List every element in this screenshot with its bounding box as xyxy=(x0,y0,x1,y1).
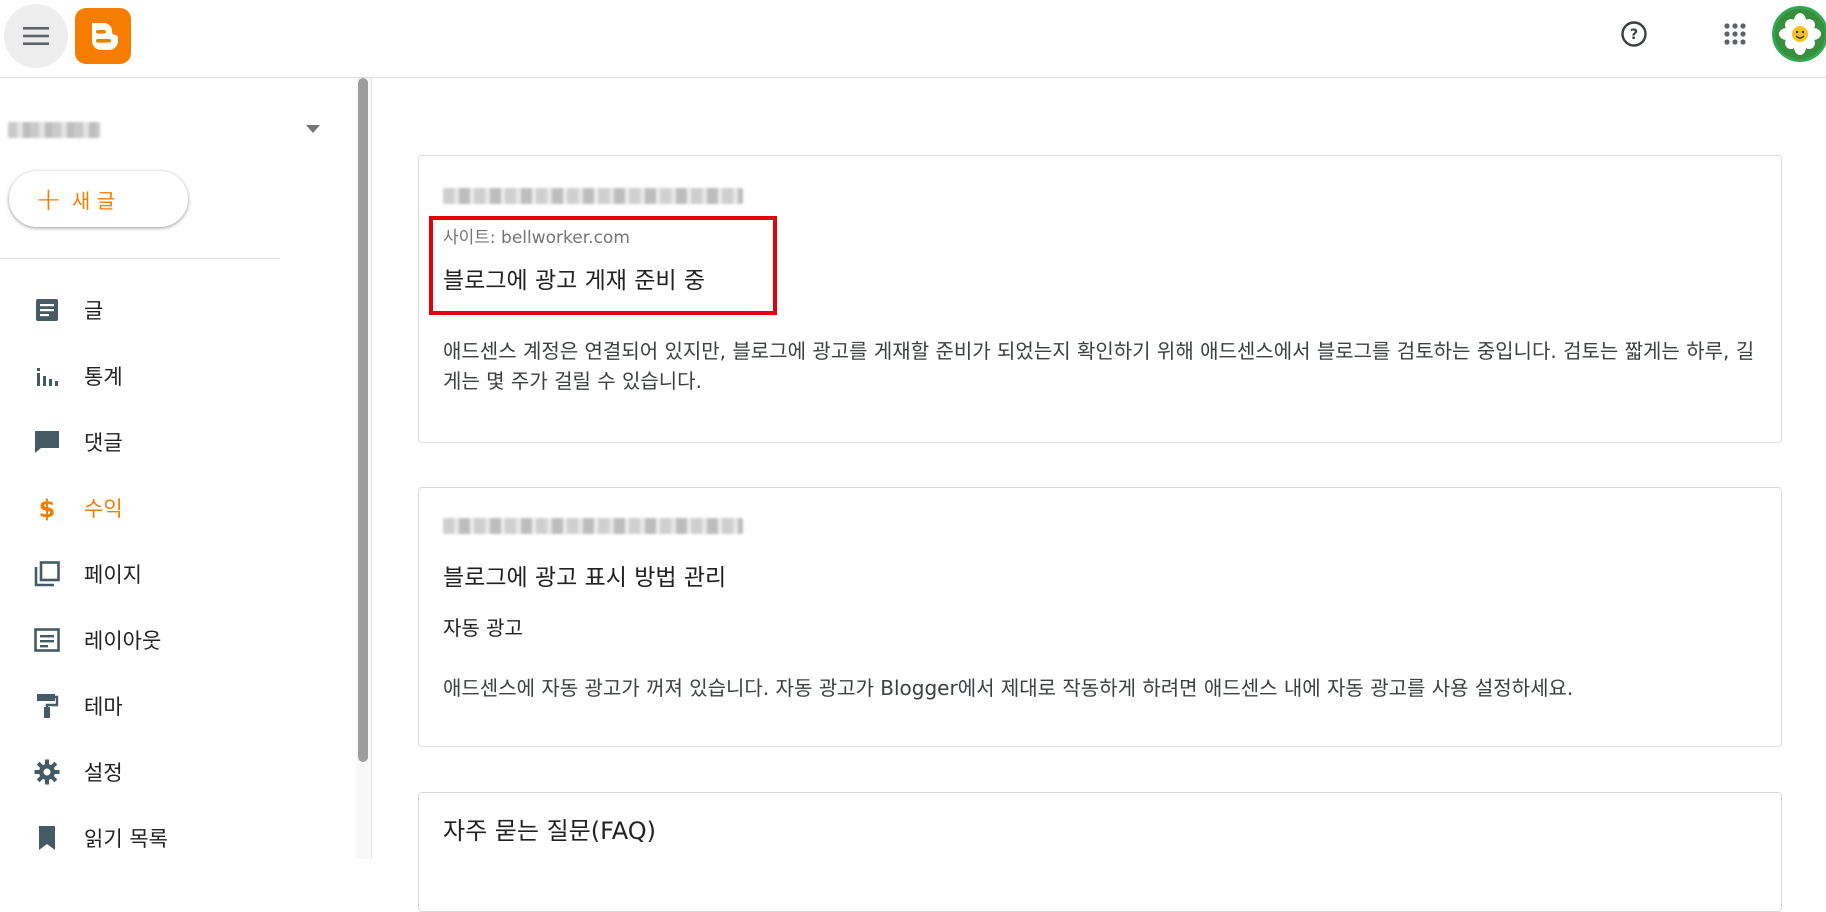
account-info-redacted xyxy=(443,188,743,204)
help-icon[interactable]: ? xyxy=(1610,10,1658,58)
sidebar-item-reading-list[interactable]: 읽기 목록 xyxy=(0,805,356,871)
sidebar-nav: 글 통계 댓글 $ 수익 페이지 레이아웃 테마 설정 읽기 목록 xyxy=(0,277,356,871)
sidebar-item-label: 레이아웃 xyxy=(84,629,162,653)
sidebar-item-layout[interactable]: 레이아웃 xyxy=(0,607,356,673)
svg-text:$: $ xyxy=(39,495,56,522)
stats-icon xyxy=(32,361,62,391)
dollar-icon: $ xyxy=(32,493,62,523)
apps-grid-icon[interactable] xyxy=(1711,10,1759,58)
chevron-down-icon[interactable] xyxy=(306,125,320,133)
sidebar-item-label: 설정 xyxy=(84,761,123,785)
divider xyxy=(0,258,280,259)
plus-icon: + xyxy=(35,180,62,218)
comments-icon xyxy=(32,427,62,457)
sidebar-item-label: 수익 xyxy=(84,497,123,521)
sidebar-item-label: 글 xyxy=(84,299,104,323)
sidebar-item-settings[interactable]: 설정 xyxy=(0,739,356,805)
sidebar-item-label: 읽기 목록 xyxy=(84,827,168,851)
posts-icon xyxy=(32,295,62,325)
bookmark-icon xyxy=(32,823,62,853)
account-info-redacted xyxy=(443,518,743,534)
faq-card: 자주 묻는 질문(FAQ) xyxy=(418,792,1782,912)
svg-text:?: ? xyxy=(1630,27,1638,43)
paint-roller-icon xyxy=(32,691,62,721)
sidebar-item-label: 테마 xyxy=(84,695,123,719)
card-body: 애드센스에 자동 광고가 꺼져 있습니다. 자동 광고가 Blogger에서 제… xyxy=(443,676,1574,700)
blog-selector[interactable] xyxy=(8,110,320,150)
new-post-label: 새 글 xyxy=(71,188,115,213)
adsense-status-card: 사이트: bellworker.com 블로그에 광고 게재 준비 중 애드센스… xyxy=(418,155,1782,443)
sidebar-item-label: 통계 xyxy=(84,365,123,389)
sidebar-item-earnings[interactable]: $ 수익 xyxy=(0,475,356,541)
user-avatar-icon[interactable] xyxy=(1772,6,1826,62)
sidebar-item-pages[interactable]: 페이지 xyxy=(0,541,356,607)
sidebar-item-stats[interactable]: 통계 xyxy=(0,343,356,409)
top-app-bar: ? xyxy=(0,0,1826,78)
hamburger-icon[interactable] xyxy=(4,4,68,68)
ad-display-card: 블로그에 광고 표시 방법 관리 자동 광고 애드센스에 자동 광고가 꺼져 있… xyxy=(418,487,1782,747)
layout-icon xyxy=(32,625,62,655)
sidebar-item-label: 페이지 xyxy=(84,563,142,587)
sidebar: + 새 글 글 통계 댓글 $ 수익 페이지 레이아웃 테마 설정 읽기 목록 xyxy=(0,78,362,859)
sidebar-item-label: 댓글 xyxy=(84,431,123,455)
card-title: 블로그에 광고 게재 준비 중 xyxy=(443,268,706,294)
auto-ads-subtitle: 자동 광고 xyxy=(443,616,523,640)
site-label: 사이트: bellworker.com xyxy=(443,228,630,248)
blog-name-redacted xyxy=(8,122,100,138)
sidebar-item-posts[interactable]: 글 xyxy=(0,277,356,343)
sidebar-item-comments[interactable]: 댓글 xyxy=(0,409,356,475)
card-title: 블로그에 광고 표시 방법 관리 xyxy=(443,565,727,591)
card-body: 애드센스 계정은 연결되어 있지만, 블로그에 광고를 게재할 준비가 되었는지… xyxy=(443,339,1755,393)
pages-icon xyxy=(32,559,62,589)
sidebar-item-theme[interactable]: 테마 xyxy=(0,673,356,739)
main-content: 사이트: bellworker.com 블로그에 광고 게재 준비 중 애드센스… xyxy=(372,78,1826,912)
sidebar-scrollbar-thumb[interactable] xyxy=(358,78,368,762)
faq-title: 자주 묻는 질문(FAQ) xyxy=(443,817,656,845)
blogger-logo-icon[interactable] xyxy=(75,8,131,64)
gear-icon xyxy=(32,757,62,787)
new-post-button[interactable]: + 새 글 xyxy=(9,171,188,227)
